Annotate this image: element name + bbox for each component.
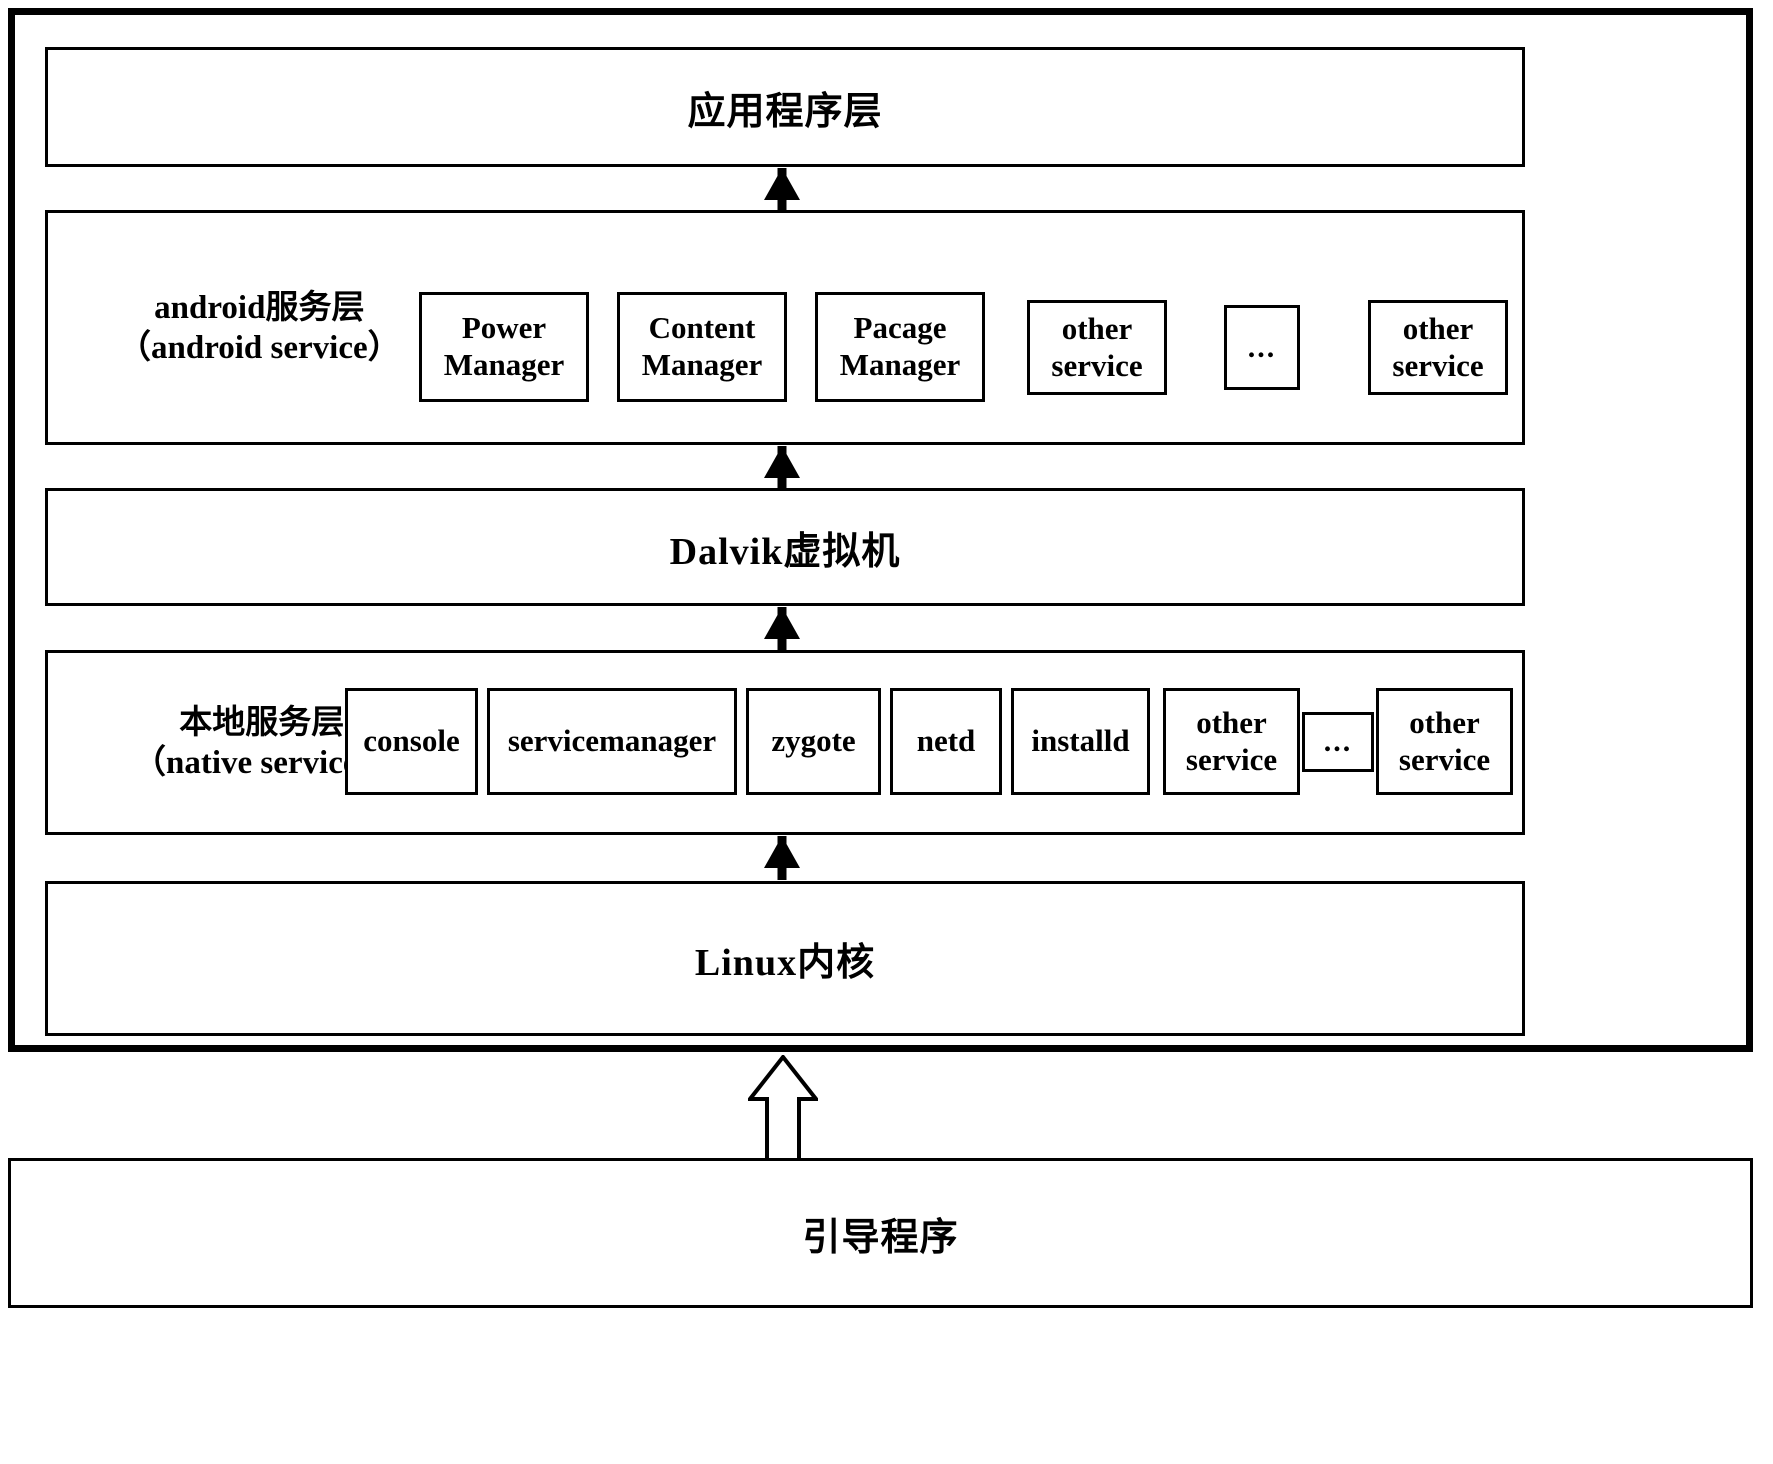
native-chip-other-service-2[interactable]: other service (1376, 688, 1513, 795)
layer-application-label: 应用程序层 (687, 90, 883, 133)
native-chip-line1: installd (1031, 723, 1130, 759)
service-chip-line2: Manager (839, 347, 961, 382)
service-chip-pacage-manager[interactable]: Pacage Manager (815, 292, 985, 402)
arrow-dalvik-to-android-service (764, 446, 800, 488)
arrow-android-service-to-application (764, 168, 800, 210)
service-chip-line2: Manager (641, 347, 763, 382)
native-chip-ellipsis: ... (1302, 712, 1374, 772)
native-chip-installd[interactable]: installd (1011, 688, 1150, 795)
service-chip-line2: service (1392, 347, 1484, 383)
layer-linux-kernel: Linux内核 (45, 881, 1525, 1036)
native-chip-netd[interactable]: netd (890, 688, 1002, 795)
layer-application: 应用程序层 (45, 47, 1525, 167)
bootloader-box: 引导程序 (8, 1158, 1753, 1308)
service-chip-line1: Content (648, 310, 756, 346)
native-chip-line1: other (1196, 704, 1267, 740)
arrow-native-service-to-dalvik (764, 607, 800, 650)
service-chip-line2: Manager (443, 347, 565, 382)
service-chip-other-service-2[interactable]: other service (1368, 300, 1508, 395)
layer-android-service-label-line2: （android service） (118, 329, 401, 366)
layer-android-service-label-line1: android服务层 (154, 289, 365, 326)
layer-dalvik-vm-label: Dalvik虚拟机 (669, 530, 901, 573)
native-chip-zygote[interactable]: zygote (746, 688, 881, 795)
service-chip-line1: Pacage (853, 310, 947, 346)
layer-native-service-label-line1: 本地服务层 (179, 704, 345, 741)
service-chip-other-service-1[interactable]: other service (1027, 300, 1167, 395)
service-chip-line1: other (1061, 310, 1133, 346)
layer-android-service-label: android服务层 （android service） (118, 287, 401, 368)
native-chip-console[interactable]: console (345, 688, 478, 795)
service-chip-content-manager[interactable]: Content Manager (617, 292, 787, 402)
arrow-bootloader-to-kernel (748, 1055, 818, 1160)
service-chip-line1: Power (461, 310, 547, 346)
architecture-diagram: 应用程序层 android服务层 （android service） Power… (0, 0, 1773, 1464)
native-chip-servicemanager[interactable]: servicemanager (487, 688, 737, 795)
service-chip-line1: other (1402, 310, 1474, 346)
service-chip-ellipsis: ... (1224, 305, 1300, 390)
native-chip-line1: ... (1323, 725, 1353, 759)
service-chip-line1: ... (1247, 330, 1277, 364)
native-chip-line2: service (1185, 741, 1278, 777)
layer-dalvik-vm: Dalvik虚拟机 (45, 488, 1525, 606)
native-chip-other-service-1[interactable]: other service (1163, 688, 1300, 795)
native-chip-line1: console (363, 723, 460, 759)
service-chip-power-manager[interactable]: Power Manager (419, 292, 589, 402)
native-chip-line1: other (1409, 704, 1480, 740)
native-chip-line2: service (1398, 741, 1491, 777)
layer-linux-kernel-label: Linux内核 (694, 942, 876, 984)
arrow-kernel-to-native-service (764, 836, 800, 880)
native-chip-line1: servicemanager (507, 723, 717, 759)
native-chip-line1: netd (916, 723, 976, 759)
bootloader-label: 引导程序 (802, 1216, 959, 1259)
native-chip-line1: zygote (771, 723, 856, 759)
service-chip-line2: service (1051, 347, 1143, 383)
